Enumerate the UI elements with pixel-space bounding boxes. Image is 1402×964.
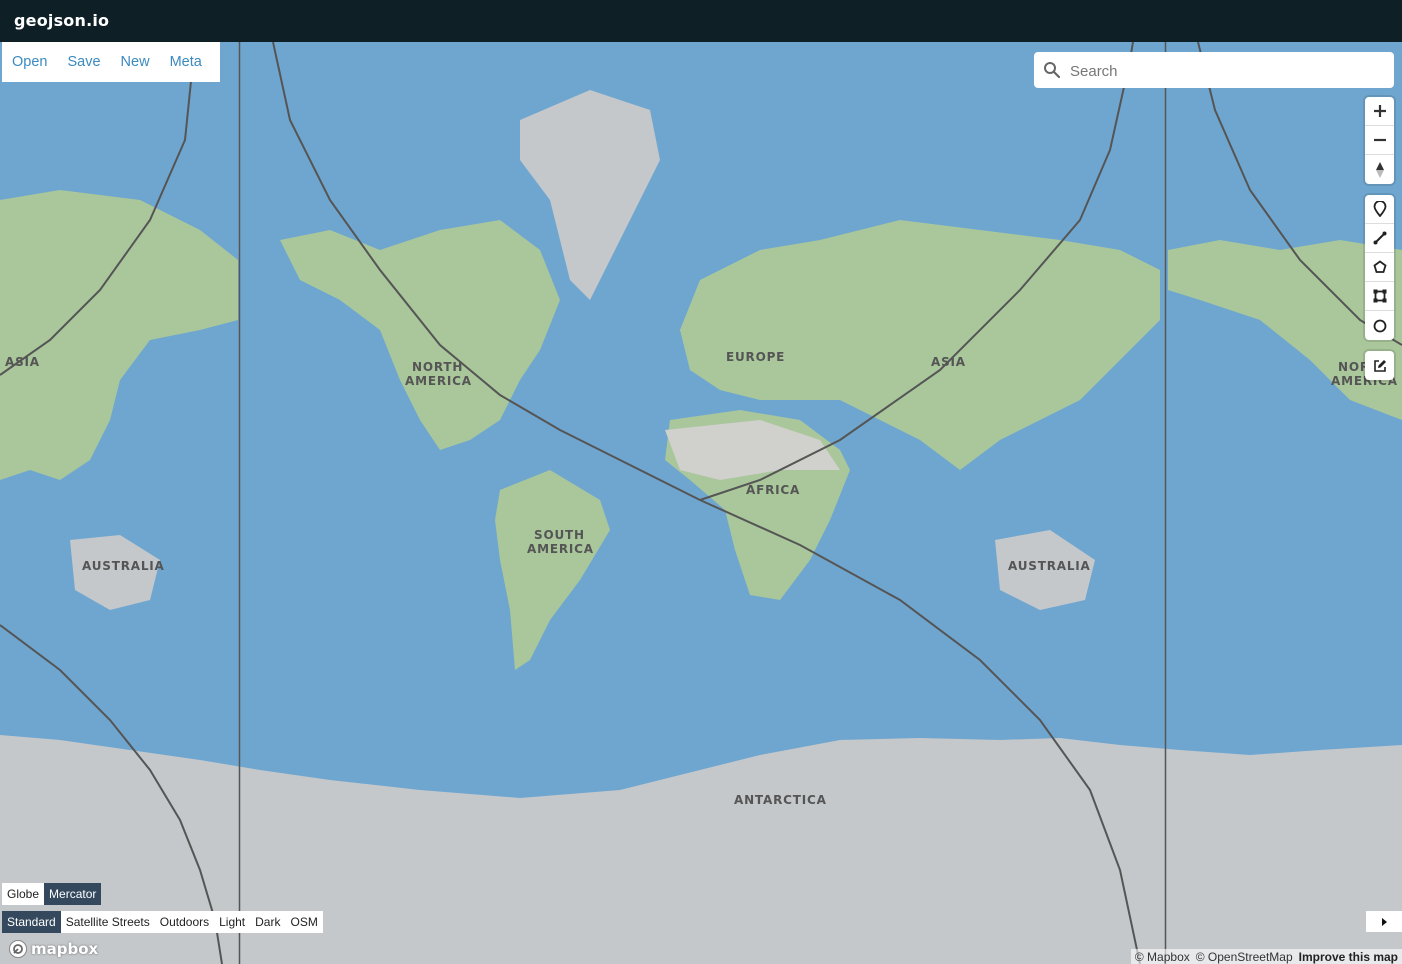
search-box xyxy=(1034,52,1394,90)
style-osm-button[interactable]: OSM xyxy=(285,911,323,933)
draw-polygon-button[interactable] xyxy=(1365,253,1394,282)
marker-icon xyxy=(1373,201,1386,217)
map-label-asia-left: ASIA xyxy=(5,355,40,369)
projection-toggle: Globe Mercator xyxy=(2,883,102,905)
panel-toggle-button[interactable] xyxy=(1366,911,1402,932)
app-header: geojson.io xyxy=(0,0,1402,42)
style-light-button[interactable]: Light xyxy=(214,911,251,933)
map-label-africa: AFRICA xyxy=(746,483,800,497)
draw-controls xyxy=(1365,195,1394,340)
map-label-australia-right: AUSTRALIA xyxy=(1008,559,1091,573)
zoom-in-icon xyxy=(1373,105,1386,117)
zoom-out-icon xyxy=(1373,138,1386,142)
mapbox-logo-text: mapbox xyxy=(31,940,99,958)
search-input[interactable] xyxy=(1068,52,1387,90)
projection-mercator-button[interactable]: Mercator xyxy=(44,883,102,905)
search-icon xyxy=(1044,62,1061,79)
style-standard-button[interactable]: Standard xyxy=(2,911,61,933)
map-label-south-america-1: SOUTH xyxy=(534,528,585,542)
draw-rectangle-button[interactable] xyxy=(1365,282,1394,311)
map-label-north-america-2: AMERICA xyxy=(405,374,472,388)
compass-icon xyxy=(1375,161,1384,178)
draw-circle-button[interactable] xyxy=(1365,311,1394,340)
style-satellite-streets-button[interactable]: Satellite Streets xyxy=(60,911,155,933)
style-outdoors-button[interactable]: Outdoors xyxy=(154,911,215,933)
mapbox-logo-icon xyxy=(9,940,27,958)
line-icon xyxy=(1373,231,1386,245)
zoom-out-button[interactable] xyxy=(1365,126,1394,155)
projection-globe-button[interactable]: Globe xyxy=(2,883,45,905)
save-button[interactable]: Save xyxy=(67,54,100,70)
map-label-south-america-2: AMERICA xyxy=(527,542,594,556)
attribution-osm-link[interactable]: © OpenStreetMap xyxy=(1196,950,1293,964)
file-menu: Open Save New Meta xyxy=(2,42,220,82)
new-button[interactable]: New xyxy=(121,54,150,70)
open-button[interactable]: Open xyxy=(12,54,47,70)
zoom-controls xyxy=(1365,97,1394,184)
map-attribution: © Mapbox © OpenStreetMap Improve this ma… xyxy=(1130,949,1402,964)
attribution-mapbox-link[interactable]: © Mapbox xyxy=(1135,950,1190,964)
edit-icon xyxy=(1373,359,1386,372)
edit-features-button[interactable] xyxy=(1365,351,1394,380)
draw-line-button[interactable] xyxy=(1365,224,1394,253)
map-label-australia-left: AUSTRALIA xyxy=(82,559,165,573)
zoom-in-button[interactable] xyxy=(1365,97,1394,126)
app-title[interactable]: geojson.io xyxy=(14,11,109,30)
improve-map-link[interactable]: Improve this map xyxy=(1299,950,1398,964)
map-label-europe: EUROPE xyxy=(726,350,785,364)
map-label-north-america-1: NORTH xyxy=(412,360,463,374)
mapbox-logo[interactable]: mapbox xyxy=(8,939,98,959)
circle-icon xyxy=(1373,319,1386,332)
edit-controls xyxy=(1365,351,1394,380)
meta-button[interactable]: Meta xyxy=(170,54,202,70)
map-style-switcher: Standard Satellite Streets Outdoors Ligh… xyxy=(2,911,323,933)
style-dark-button[interactable]: Dark xyxy=(250,911,286,933)
caret-right-icon xyxy=(1382,917,1387,926)
draw-marker-button[interactable] xyxy=(1365,195,1394,224)
map-label-asia: ASIA xyxy=(931,355,966,369)
map-canvas[interactable]: ASIA NORTH AMERICA EUROPE ASIA AFRICA SO… xyxy=(0,42,1402,964)
rectangle-icon xyxy=(1373,289,1386,303)
polygon-icon xyxy=(1372,260,1387,273)
map-label-antarctica: ANTARCTICA xyxy=(734,793,827,807)
compass-button[interactable] xyxy=(1365,155,1394,184)
